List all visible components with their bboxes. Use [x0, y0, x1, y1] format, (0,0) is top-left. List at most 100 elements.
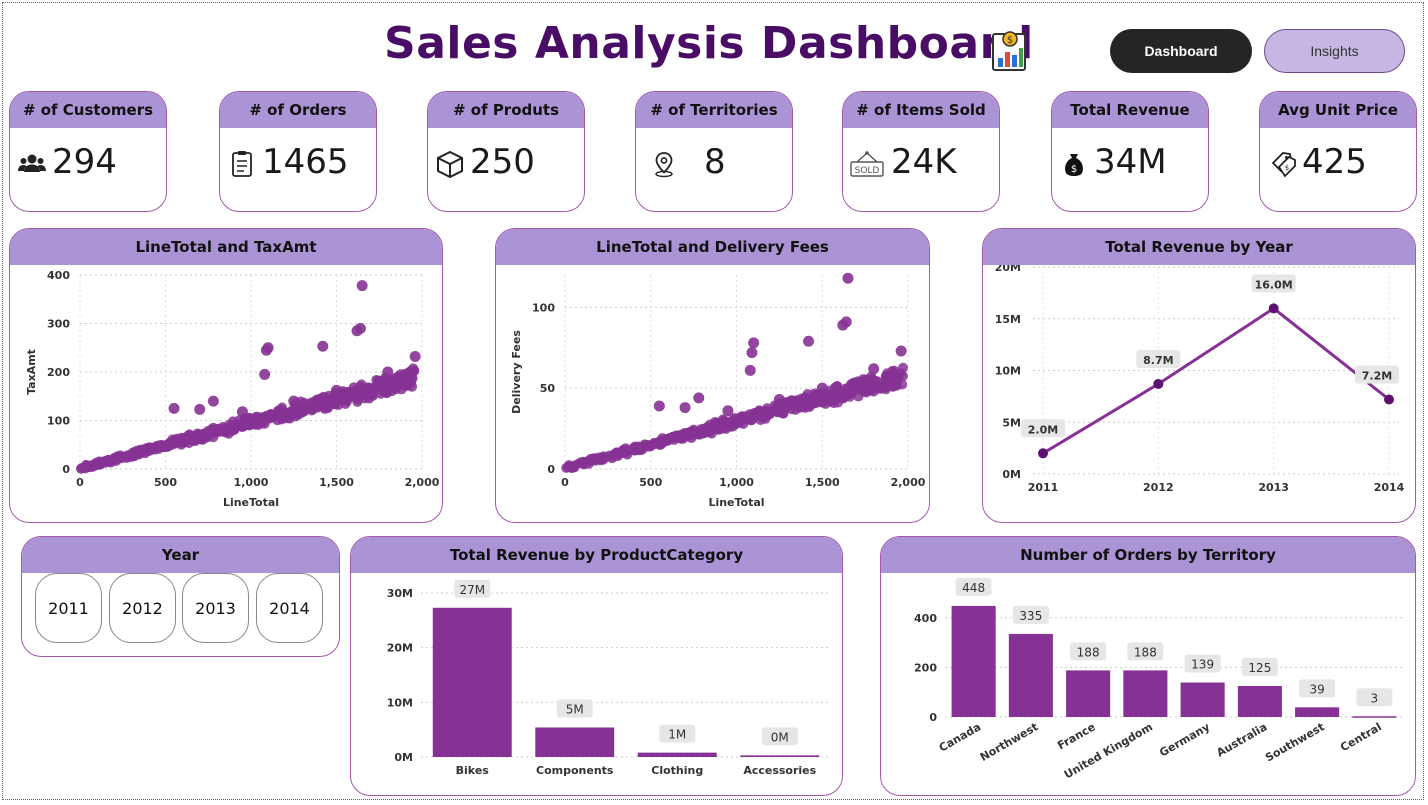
- data-point: [561, 462, 572, 473]
- delivery-scatter-chart: 0 50 100 0 500 1,000 1,500 2,000 LineTotal Delive…: [510, 272, 926, 509]
- kpi-value: 24K: [891, 142, 957, 182]
- insights-nav-button[interactable]: Insights: [1264, 29, 1405, 73]
- data-point: [639, 441, 650, 452]
- report-chart-icon: $: [992, 31, 1026, 71]
- sold-sign-icon: SOLD: [850, 151, 884, 177]
- location-pin-icon: [655, 152, 673, 178]
- y-axis-label: TaxAmt: [25, 349, 38, 395]
- kpi-label: # of Produts: [428, 92, 584, 128]
- y-tick-label: 30M: [387, 587, 413, 600]
- bar: [637, 752, 717, 757]
- data-point: [842, 272, 854, 284]
- data-point: [356, 379, 367, 390]
- data-point: [749, 408, 760, 419]
- y-tick-label: 400: [47, 269, 70, 282]
- data-point: [351, 325, 363, 337]
- slicer-title: Year: [22, 537, 339, 573]
- data-point: [679, 402, 691, 414]
- bar: [1008, 633, 1053, 717]
- y-tick-label: 20M: [387, 642, 413, 655]
- data-point: [371, 379, 382, 390]
- x-tick-label: Clothing: [651, 764, 703, 777]
- data-point: [409, 350, 421, 362]
- kpi-label: # of Territories: [636, 92, 792, 128]
- data-label: 335: [1019, 609, 1042, 623]
- data-point: [259, 368, 271, 380]
- data-point: [837, 319, 849, 331]
- delivery-scatter-card: LineTotal and Delivery Fees 0 50 100 0 500 1,…: [495, 228, 930, 523]
- box-icon: [437, 150, 463, 178]
- data-point: [576, 457, 587, 468]
- data-point: [800, 402, 811, 413]
- data-label: 188: [1134, 645, 1157, 659]
- data-point: [625, 444, 636, 455]
- y-tick-label: 10M: [387, 696, 413, 709]
- bar: [432, 607, 512, 757]
- year-option-2012[interactable]: 2012: [109, 573, 176, 643]
- x-tick-label: 2014: [1374, 481, 1405, 494]
- y-tick-label: 10M: [995, 365, 1021, 378]
- data-label: 1M: [668, 728, 686, 742]
- y-tick-label: 100: [47, 415, 70, 428]
- data-label: 0M: [771, 730, 789, 744]
- data-point: [111, 453, 122, 464]
- taxamt-scatter-card: LineTotal and TaxAmt 0 100 200 300 400 0 500 1,…: [9, 228, 443, 523]
- data-point: [128, 450, 139, 461]
- svg-text:$: $: [1007, 35, 1013, 46]
- bar: [1123, 670, 1168, 717]
- kpi-value: 8: [704, 142, 726, 182]
- data-point: [209, 428, 220, 439]
- data-point: [359, 388, 370, 399]
- x-tick-label: 2,000: [891, 476, 926, 489]
- data-point: [284, 409, 295, 420]
- kpi-label: Total Revenue: [1052, 92, 1208, 128]
- kpi-card-avg-unit-price: Avg Unit Price $ 425: [1259, 91, 1417, 212]
- data-point: [746, 347, 758, 359]
- taxamt-scatter-chart: 0 100 200 300 400 0 500 1,000 1,500 2,000 LineTota…: [25, 269, 440, 509]
- data-point: [740, 411, 751, 422]
- x-tick-label: Germany: [1157, 720, 1212, 759]
- data-point: [272, 415, 283, 426]
- data-point: [803, 335, 815, 347]
- x-tick-label: 500: [639, 476, 662, 489]
- kpi-label: # of Orders: [220, 92, 376, 128]
- data-point: [843, 385, 854, 396]
- year-option-2011[interactable]: 2011: [35, 573, 102, 643]
- x-tick-label: Central: [1338, 720, 1384, 754]
- data-point: [382, 366, 394, 378]
- year-option-2013[interactable]: 2013: [182, 573, 249, 643]
- chart-title: Number of Orders by Territory: [881, 537, 1415, 573]
- price-tag-icon: $: [1271, 152, 1296, 178]
- y-tick-label: 15M: [995, 313, 1021, 326]
- y-tick-label: 400: [914, 612, 937, 625]
- orders-territory-chart: 0 200 400 448 Canada 335 Northwest 188 France 188…: [914, 577, 1403, 782]
- data-point: [375, 388, 386, 399]
- kpi-card-total-revenue: Total Revenue $ 34M: [1051, 91, 1209, 212]
- revenue-category-card: Total Revenue by ProductCategory 0M 10M 20…: [350, 536, 843, 796]
- y-tick-label: 0: [547, 463, 555, 476]
- x-tick-label: 500: [154, 476, 177, 489]
- dashboard-nav-button[interactable]: Dashboard: [1110, 29, 1252, 73]
- data-point: [1038, 448, 1048, 459]
- bar: [1352, 716, 1397, 718]
- x-tick-label: 2013: [1258, 481, 1289, 494]
- data-point: [220, 425, 231, 436]
- money-bag-icon: $: [1065, 154, 1083, 176]
- data-point: [617, 448, 628, 459]
- x-tick-label: France: [1055, 720, 1097, 752]
- bar: [740, 755, 820, 757]
- kpi-label: # of Customers: [10, 92, 166, 128]
- y-tick-label: 200: [47, 366, 70, 379]
- data-point: [604, 450, 615, 461]
- data-point: [748, 337, 760, 349]
- data-point: [288, 395, 300, 407]
- data-label: 8.7M: [1143, 354, 1173, 367]
- x-tick-label: 1,000: [719, 476, 754, 489]
- bar: [951, 605, 996, 717]
- orders-territory-card: Number of Orders by Territory 0 200 400 448…: [880, 536, 1416, 796]
- year-option-2014[interactable]: 2014: [256, 573, 323, 643]
- chart-title: LineTotal and Delivery Fees: [496, 229, 929, 265]
- revenue-category-chart: 0M 10M 20M 30M 27M Bikes 5M Components 1M Clothin…: [387, 579, 831, 777]
- data-point: [260, 344, 272, 356]
- data-label: 16.0M: [1255, 278, 1293, 291]
